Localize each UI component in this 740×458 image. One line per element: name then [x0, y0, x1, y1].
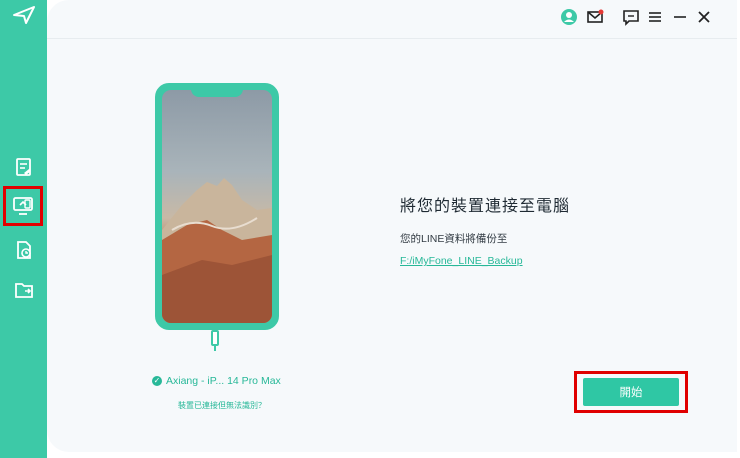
restore-icon — [13, 239, 35, 261]
main-panel: ✓ Axiang - iP... 14 Pro Max 裝置已連接但無法識別？ … — [47, 0, 737, 452]
document-icon — [13, 156, 35, 178]
usb-cable-icon — [211, 330, 219, 346]
sidebar-item-device-to-pc[interactable] — [3, 186, 43, 226]
menu-icon[interactable] — [644, 6, 666, 28]
phone-notch — [191, 87, 243, 97]
device-name: Axiang - iP... 14 Pro Max — [166, 375, 281, 387]
sidebar — [0, 0, 47, 458]
sidebar-item-restore[interactable] — [10, 236, 38, 264]
feedback-icon[interactable] — [620, 6, 642, 28]
page-title: 將您的裝置連接至電腦 — [400, 198, 571, 215]
app-logo-icon — [12, 5, 36, 25]
check-icon: ✓ — [152, 376, 162, 386]
sidebar-item-export[interactable] — [10, 276, 38, 304]
backup-destination-label: 您的LINE資料將備份至 — [400, 233, 508, 245]
phone-wallpaper — [162, 90, 272, 323]
user-icon[interactable] — [558, 6, 580, 28]
usb-cable-tip — [214, 345, 216, 351]
start-button[interactable]: 開始 — [583, 378, 679, 406]
device-unrecognized-link[interactable]: 裝置已連接但無法識別？ — [157, 400, 287, 411]
sidebar-item-document[interactable] — [10, 153, 38, 181]
minimize-icon[interactable] — [669, 6, 691, 28]
close-icon[interactable] — [693, 6, 715, 28]
connected-device: ✓ Axiang - iP... 14 Pro Max — [152, 374, 292, 388]
folder-export-icon — [13, 279, 35, 301]
backup-path-link[interactable]: F:/iMyFone_LINE_Backup — [400, 255, 523, 267]
phone-illustration — [155, 83, 279, 330]
mail-icon[interactable] — [584, 6, 606, 28]
start-button-highlight: 開始 — [574, 371, 688, 413]
device-to-pc-icon — [11, 194, 35, 218]
title-bar — [47, 0, 737, 39]
